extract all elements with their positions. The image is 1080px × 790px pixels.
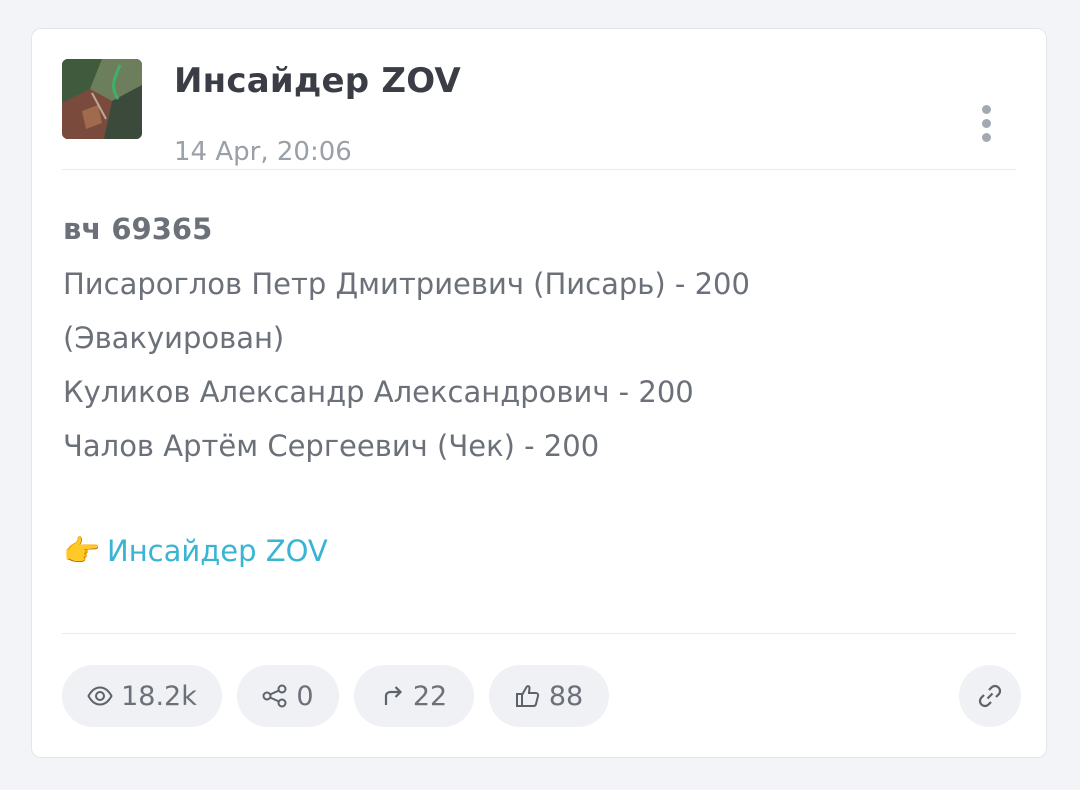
shares-pill[interactable]: 0 bbox=[237, 665, 339, 727]
post-line: Писароглов Петр Дмитриевич (Писарь) - 20… bbox=[63, 267, 750, 301]
footer-divider bbox=[62, 633, 1016, 634]
eye-icon bbox=[87, 686, 113, 706]
thumbs-up-icon bbox=[515, 685, 539, 707]
post-card: Инсайдер ZOV 14 Apr, 20:06 вч 69365 Писа… bbox=[31, 28, 1047, 758]
more-vertical-icon bbox=[981, 105, 991, 114]
avatar-image bbox=[62, 59, 142, 139]
post-header: Инсайдер ZOV 14 Apr, 20:06 bbox=[62, 59, 1016, 169]
shares-count: 0 bbox=[296, 680, 314, 712]
post-line: Чалов Артём Сергеевич (Чек) - 200 bbox=[63, 429, 600, 463]
likes-count: 88 bbox=[548, 680, 584, 712]
forwards-pill[interactable]: 22 bbox=[354, 665, 474, 727]
more-vertical-icon-dot bbox=[981, 133, 991, 142]
post-line: Куликов Александр Александрович - 200 bbox=[63, 375, 694, 409]
channel-name[interactable]: Инсайдер ZOV bbox=[174, 61, 461, 101]
share-icon bbox=[262, 684, 287, 708]
post-timestamp: 14 Apr, 20:06 bbox=[174, 137, 352, 167]
forwards-count: 22 bbox=[412, 680, 448, 712]
forward-arrow-icon bbox=[384, 686, 402, 705]
views-count: 18.2k bbox=[121, 680, 197, 712]
post-line: (Эвакуирован) bbox=[63, 321, 285, 355]
channel-link[interactable]: Инсайдер ZOV bbox=[107, 534, 328, 568]
more-options-button[interactable] bbox=[976, 105, 996, 149]
header-divider bbox=[62, 169, 1016, 170]
copy-link-button[interactable] bbox=[959, 665, 1021, 727]
more-vertical-icon-dot bbox=[981, 119, 991, 128]
post-unit-heading: вч 69365 bbox=[63, 212, 213, 246]
views-pill[interactable]: 18.2k bbox=[62, 665, 222, 727]
link-icon bbox=[978, 684, 1002, 708]
pointing-hand-icon: 👉 bbox=[63, 534, 101, 569]
post-body: вч 69365 Писароглов Петр Дмитриевич (Пис… bbox=[63, 201, 1016, 473]
channel-avatar[interactable] bbox=[62, 59, 142, 139]
likes-pill[interactable]: 88 bbox=[489, 665, 609, 727]
channel-link-row: 👉 Инсайдер ZOV bbox=[63, 524, 328, 579]
